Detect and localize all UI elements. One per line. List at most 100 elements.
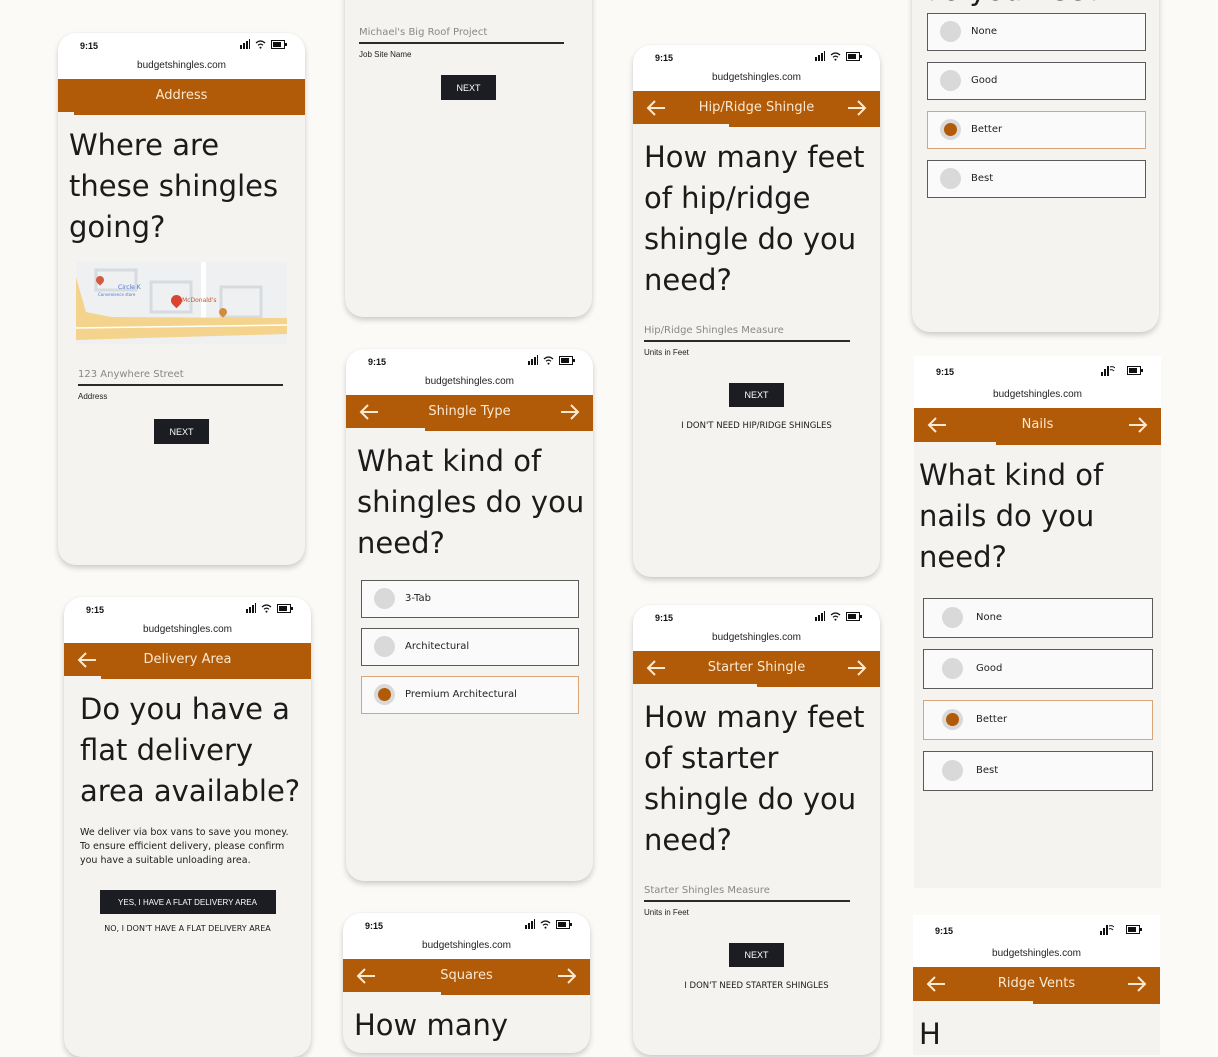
option-good[interactable]: Good — [927, 62, 1146, 100]
step-header: Delivery Area — [64, 643, 311, 679]
step-header: Hip/Ridge Shingle — [633, 91, 880, 127]
status-bar: 9:15 — [343, 913, 590, 937]
battery-icon — [559, 355, 575, 365]
radio-selected-icon — [942, 709, 963, 730]
map-label-mcdonalds: McDonald's — [182, 297, 217, 304]
option-better[interactable]: Better — [923, 700, 1153, 740]
forward-arrow-icon[interactable] — [1127, 415, 1149, 435]
option-none[interactable]: None — [923, 598, 1153, 638]
address-input[interactable]: 123 Anywhere Street — [78, 369, 283, 386]
url-bar[interactable]: budgetshingles.com — [913, 945, 1160, 967]
step-title: Address — [155, 88, 208, 103]
option-premium-architectural[interactable]: Premium Architectural — [361, 676, 579, 714]
forward-arrow-icon[interactable] — [846, 658, 868, 678]
phone-hip-ridge: 9:15 budgetshingles.com Hip/Ridge Shingl… — [633, 45, 880, 577]
job-site-input[interactable]: Michael's Big Roof Project — [359, 27, 564, 44]
hip-ridge-field[interactable]: Hip/Ridge Shingles Measure Units in Feet — [644, 325, 850, 357]
phone-starter-shingle: 9:15 budgetshingles.com Starter Shingle … — [633, 605, 880, 1055]
forward-arrow-icon[interactable] — [559, 402, 581, 422]
phone-shingle-type: 9:15 budgetshingles.com Shingle Type Wha… — [346, 349, 593, 881]
job-site-help-label: Job Site Name — [359, 50, 412, 59]
map-label-circle-k: Circle K — [118, 284, 141, 291]
url-bar[interactable]: budgetshingles.com — [346, 373, 593, 395]
url-bar[interactable]: budgetshingles.com — [914, 386, 1161, 408]
question-heading: How many feet of starter shingle do you … — [644, 700, 865, 857]
status-bar: 9:15 — [346, 349, 593, 373]
step-title: Starter Shingle — [707, 660, 806, 675]
wifi-icon — [261, 603, 272, 613]
skip-starter-link[interactable]: I DON'T NEED STARTER SHINGLES — [633, 981, 880, 991]
phone-quality-top: do you need? None Good Better Best — [912, 0, 1159, 332]
battery-icon — [1127, 366, 1143, 375]
hip-ridge-input[interactable]: Hip/Ridge Shingles Measure — [644, 325, 850, 342]
step-title: Nails — [1021, 417, 1054, 432]
status-time: 9:15 — [368, 357, 387, 367]
forward-arrow-icon[interactable] — [556, 966, 578, 986]
step-title: Squares — [440, 968, 493, 983]
question-heading: What kind of nails do you need? — [919, 458, 1104, 574]
option-best[interactable]: Best — [923, 751, 1153, 791]
phone-ridge-vents: 9:15 budgetshingles.com Ridge Vents H — [913, 915, 1160, 1055]
next-button[interactable]: NEXT — [729, 943, 784, 967]
forward-arrow-icon[interactable] — [1126, 974, 1148, 994]
option-label: Best — [976, 765, 999, 776]
next-button[interactable]: NEXT — [154, 419, 209, 444]
option-label: None — [976, 612, 1003, 623]
status-bar: 9:15 — [64, 597, 311, 621]
step-header: Ridge Vents — [913, 967, 1160, 1004]
url-bar[interactable]: budgetshingles.com — [633, 69, 880, 91]
radio-icon — [940, 21, 961, 42]
url-bar[interactable]: budgetshingles.com — [58, 57, 305, 79]
option-better[interactable]: Better — [927, 111, 1146, 149]
option-3-tab[interactable]: 3-Tab — [361, 580, 579, 618]
step-header: Nails — [914, 408, 1161, 445]
phone-delivery-area: 9:15 budgetshingles.com Delivery Area Do… — [64, 597, 311, 1057]
phone-nails: 9:15 budgetshingles.com Nails What kind … — [914, 356, 1161, 888]
radio-icon — [942, 607, 963, 628]
option-list: None Good Better Best — [927, 13, 1146, 198]
signal-icon — [815, 611, 825, 621]
skip-hip-ridge-link[interactable]: I DON'T NEED HIP/RIDGE SHINGLES — [633, 421, 880, 431]
status-bar: 9:15 — [633, 45, 880, 69]
next-button[interactable]: NEXT — [729, 383, 784, 407]
forward-arrow-icon[interactable] — [846, 98, 868, 118]
signal-icon — [815, 51, 825, 61]
status-bar: 9:15 — [913, 915, 1160, 945]
next-button[interactable]: NEXT — [441, 75, 496, 100]
step-title: Hip/Ridge Shingle — [698, 100, 815, 115]
question-heading: H — [919, 1017, 941, 1051]
option-none[interactable]: None — [927, 13, 1146, 51]
step-title: Shingle Type — [428, 404, 511, 419]
radio-icon — [940, 168, 961, 189]
step-title: Ridge Vents — [997, 976, 1076, 991]
starter-field[interactable]: Starter Shingles Measure Units in Feet — [644, 885, 850, 917]
location-map[interactable]: Circle K Convenience store McDonald's — [76, 262, 287, 344]
progress-bar — [914, 442, 996, 445]
signal-wifi-icon — [1101, 366, 1115, 376]
status-bar: 9:15 — [633, 605, 880, 629]
job-site-field[interactable]: Michael's Big Roof Project Job Site Name — [359, 27, 564, 59]
option-label: 3-Tab — [405, 593, 431, 604]
option-architectural[interactable]: Architectural — [361, 628, 579, 666]
wifi-icon — [540, 919, 551, 929]
wifi-icon — [255, 39, 266, 49]
url-bar[interactable]: budgetshingles.com — [343, 937, 590, 959]
url-bar[interactable]: budgetshingles.com — [64, 621, 311, 643]
option-good[interactable]: Good — [923, 649, 1153, 689]
option-label: Better — [971, 124, 1003, 135]
radio-icon — [942, 658, 963, 679]
battery-icon — [846, 611, 862, 621]
option-best[interactable]: Best — [927, 160, 1146, 198]
no-flat-area-link[interactable]: NO, I DON'T HAVE A FLAT DELIVERY AREA — [64, 924, 311, 933]
signal-icon — [240, 39, 250, 49]
question-heading: How many feet of hip/ridge shingle do yo… — [644, 140, 865, 297]
address-field[interactable]: 123 Anywhere Street Address — [78, 369, 283, 401]
delivery-description: We deliver via box vans to save you mone… — [80, 827, 289, 866]
option-label: Best — [971, 173, 994, 184]
starter-input[interactable]: Starter Shingles Measure — [644, 885, 850, 902]
question-heading: Do you have a flat delivery area availab… — [80, 692, 301, 808]
yes-flat-area-button[interactable]: YES, I HAVE A FLAT DELIVERY AREA — [99, 890, 276, 914]
url-bar[interactable]: budgetshingles.com — [633, 629, 880, 651]
progress-bar — [346, 428, 425, 431]
question-heading: Where are these shingles going? — [69, 128, 279, 244]
